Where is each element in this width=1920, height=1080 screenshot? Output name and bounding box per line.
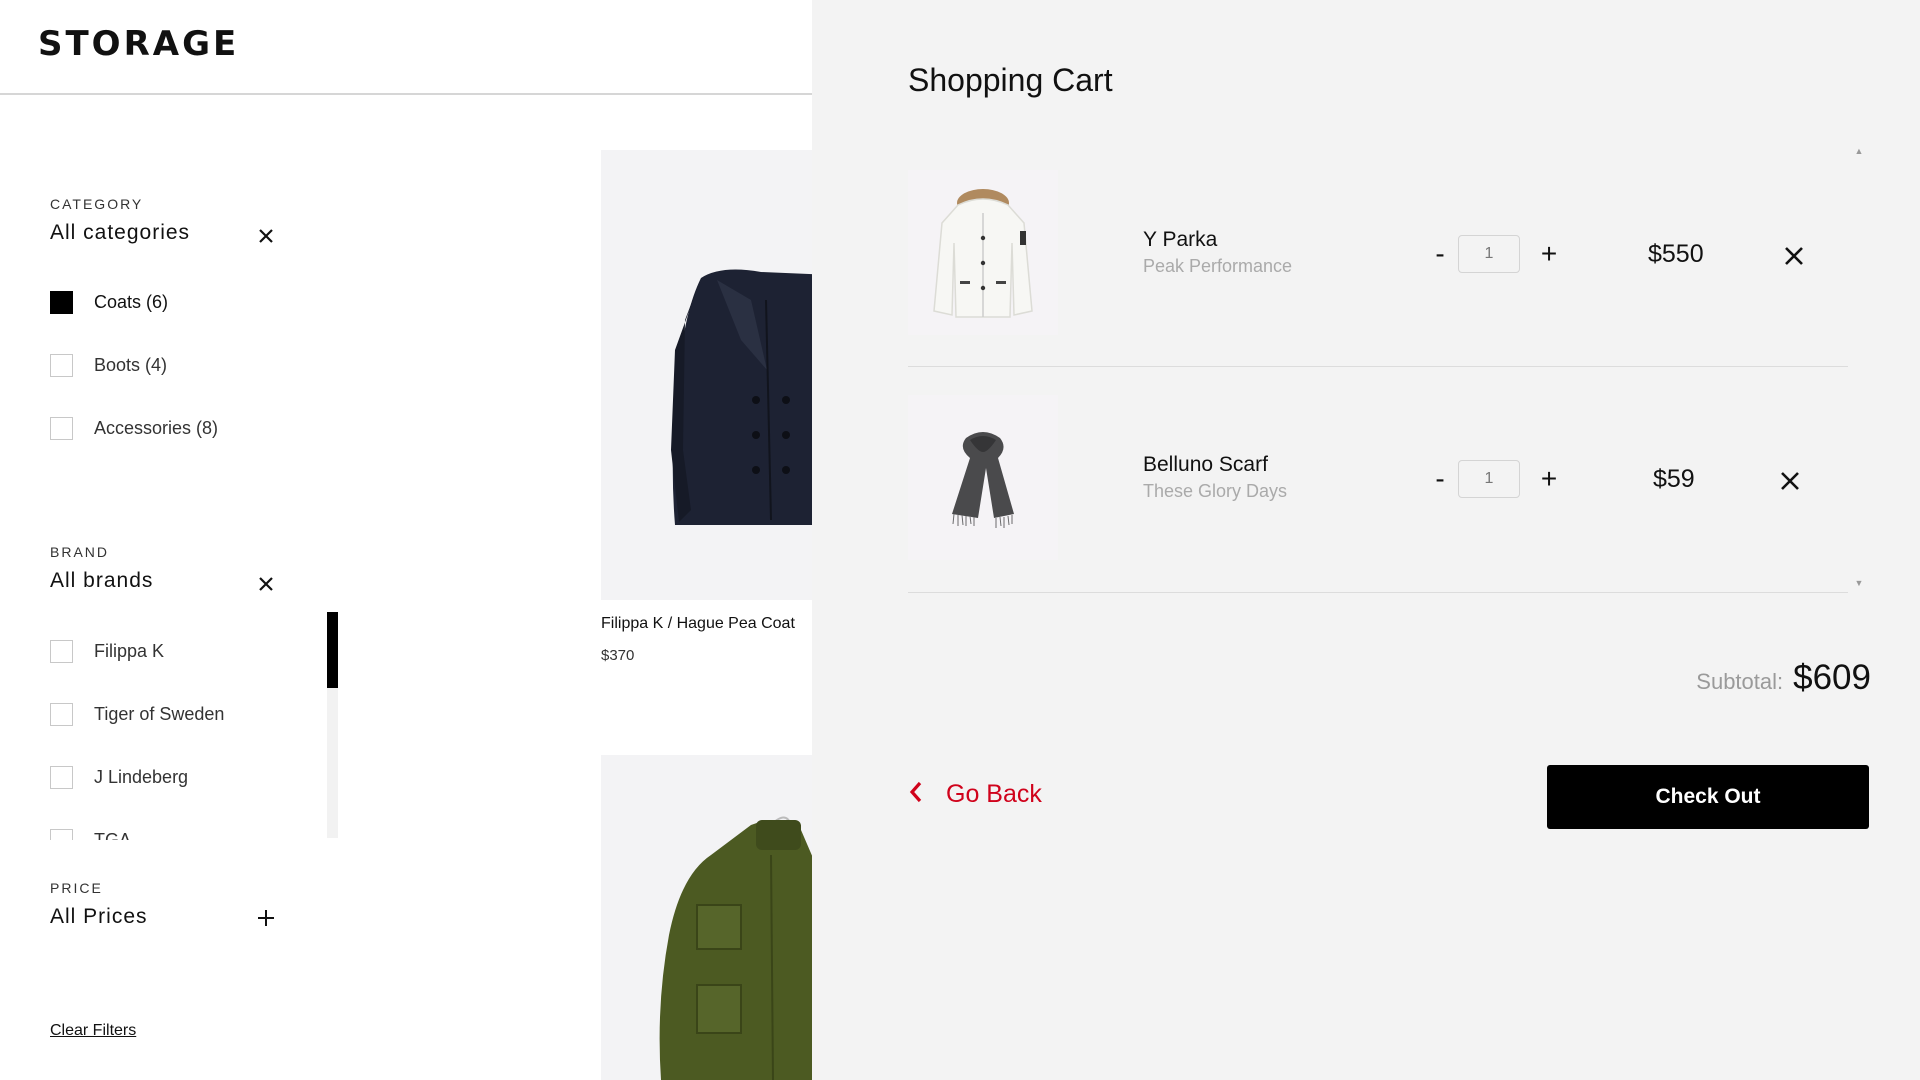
quantity-decrease-button[interactable]: - xyxy=(1428,465,1452,493)
brand-option-tga[interactable]: TGA xyxy=(50,827,131,840)
subtotal-label: Subtotal: xyxy=(1696,669,1784,694)
field-jacket-image[interactable] xyxy=(601,755,812,1080)
price-value[interactable]: All Prices xyxy=(50,905,148,929)
product-price: $370 xyxy=(601,647,635,664)
category-option-label: Coats (6) xyxy=(94,291,169,312)
quantity-input[interactable] xyxy=(1458,235,1520,273)
category-option-boots[interactable]: Boots (4) xyxy=(50,352,167,378)
category-value[interactable]: All categories xyxy=(50,221,190,245)
brand-option-filippa-k[interactable]: Filippa K xyxy=(50,638,164,664)
cart-item: Belluno Scarf These Glory Days - + $59 xyxy=(908,373,1848,598)
category-option-label: Boots (4) xyxy=(94,354,168,375)
parka-image[interactable] xyxy=(908,170,1058,335)
brand-option-label: Tiger of Sweden xyxy=(94,703,225,724)
cart-item: Y Parka Peak Performance - + $550 xyxy=(908,148,1848,373)
cart-item-brand: These Glory Days xyxy=(1143,481,1288,501)
price-expand-plus-icon[interactable] xyxy=(255,907,277,929)
cart-item-name[interactable]: Belluno Scarf xyxy=(1143,453,1268,477)
cart-item-price: $59 xyxy=(1653,465,1695,493)
pea-coat-image[interactable] xyxy=(601,150,812,600)
cart-drawer: Shopping Cart ▲ ▼ Y Parka Peak Performan… xyxy=(812,0,1920,1080)
checkbox[interactable] xyxy=(50,290,73,314)
brand-option-label: Filippa K xyxy=(94,640,165,661)
category-option-label: Accessories (8) xyxy=(94,417,219,438)
checkbox[interactable] xyxy=(50,765,73,789)
quantity-increase-button[interactable]: + xyxy=(1537,465,1561,493)
subtotal: Subtotal: $609 xyxy=(1696,658,1871,698)
brand-clear-icon[interactable] xyxy=(255,573,277,595)
brand-option-label: J Lindeberg xyxy=(94,766,189,787)
quantity-increase-button[interactable]: + xyxy=(1537,240,1561,268)
checkbox[interactable] xyxy=(50,416,73,440)
category-option-coats[interactable]: Coats (6) xyxy=(50,289,168,315)
brand-option-label: TGA xyxy=(94,829,132,841)
price-label: PRICE xyxy=(50,880,103,896)
checkbox[interactable] xyxy=(50,639,73,663)
top-bar: STORAGE xyxy=(0,0,812,95)
brand-option-tiger-of-sweden[interactable]: Tiger of Sweden xyxy=(50,701,224,727)
category-clear-icon[interactable] xyxy=(255,225,277,247)
product-card[interactable] xyxy=(601,755,812,1080)
clear-filters-link[interactable]: Clear Filters xyxy=(50,1022,136,1040)
chevron-left-icon xyxy=(908,781,924,808)
brand-list-scrollbar[interactable] xyxy=(327,612,338,838)
scarf-image[interactable] xyxy=(908,395,1058,560)
quantity-decrease-button[interactable]: - xyxy=(1428,240,1452,268)
quantity-input[interactable] xyxy=(1458,460,1520,498)
storefront: STORAGE CATEGORY All categories Coats (6… xyxy=(0,0,812,1080)
cart-item-divider xyxy=(908,366,1848,367)
go-back-button[interactable]: Go Back xyxy=(908,780,1042,809)
checkbox[interactable] xyxy=(50,353,73,377)
product-card[interactable]: Filippa K / Hague Pea Coat $370 xyxy=(601,150,812,670)
checkout-button[interactable]: Check Out xyxy=(1547,765,1869,829)
brand-option-j-lindeberg[interactable]: J Lindeberg xyxy=(50,764,188,790)
brand-label: BRAND xyxy=(50,544,110,560)
cart-item-brand: Peak Performance xyxy=(1143,256,1293,276)
brand-options-list: Filippa K Tiger of Sweden J Lindeberg TG… xyxy=(50,610,340,840)
category-option-accessories[interactable]: Accessories (8) xyxy=(50,415,218,441)
cart-item-name[interactable]: Y Parka xyxy=(1143,228,1217,252)
product-name[interactable]: Filippa K / Hague Pea Coat xyxy=(601,615,795,633)
cart-items-list: Y Parka Peak Performance - + $550 xyxy=(908,148,1855,593)
cart-title: Shopping Cart xyxy=(908,62,1113,98)
category-label: CATEGORY xyxy=(50,196,144,212)
remove-item-close-icon[interactable] xyxy=(1778,469,1802,493)
subtotal-value: $609 xyxy=(1793,658,1871,697)
cart-item-price: $550 xyxy=(1648,240,1704,268)
go-back-label: Go Back xyxy=(946,780,1042,808)
scrollbar-thumb[interactable] xyxy=(327,612,338,688)
store-logo[interactable]: STORAGE xyxy=(38,24,239,64)
remove-item-close-icon[interactable] xyxy=(1782,244,1806,268)
checkbox[interactable] xyxy=(50,702,73,726)
brand-value[interactable]: All brands xyxy=(50,569,153,593)
checkbox[interactable] xyxy=(50,828,73,840)
cart-item-divider xyxy=(908,592,1848,593)
